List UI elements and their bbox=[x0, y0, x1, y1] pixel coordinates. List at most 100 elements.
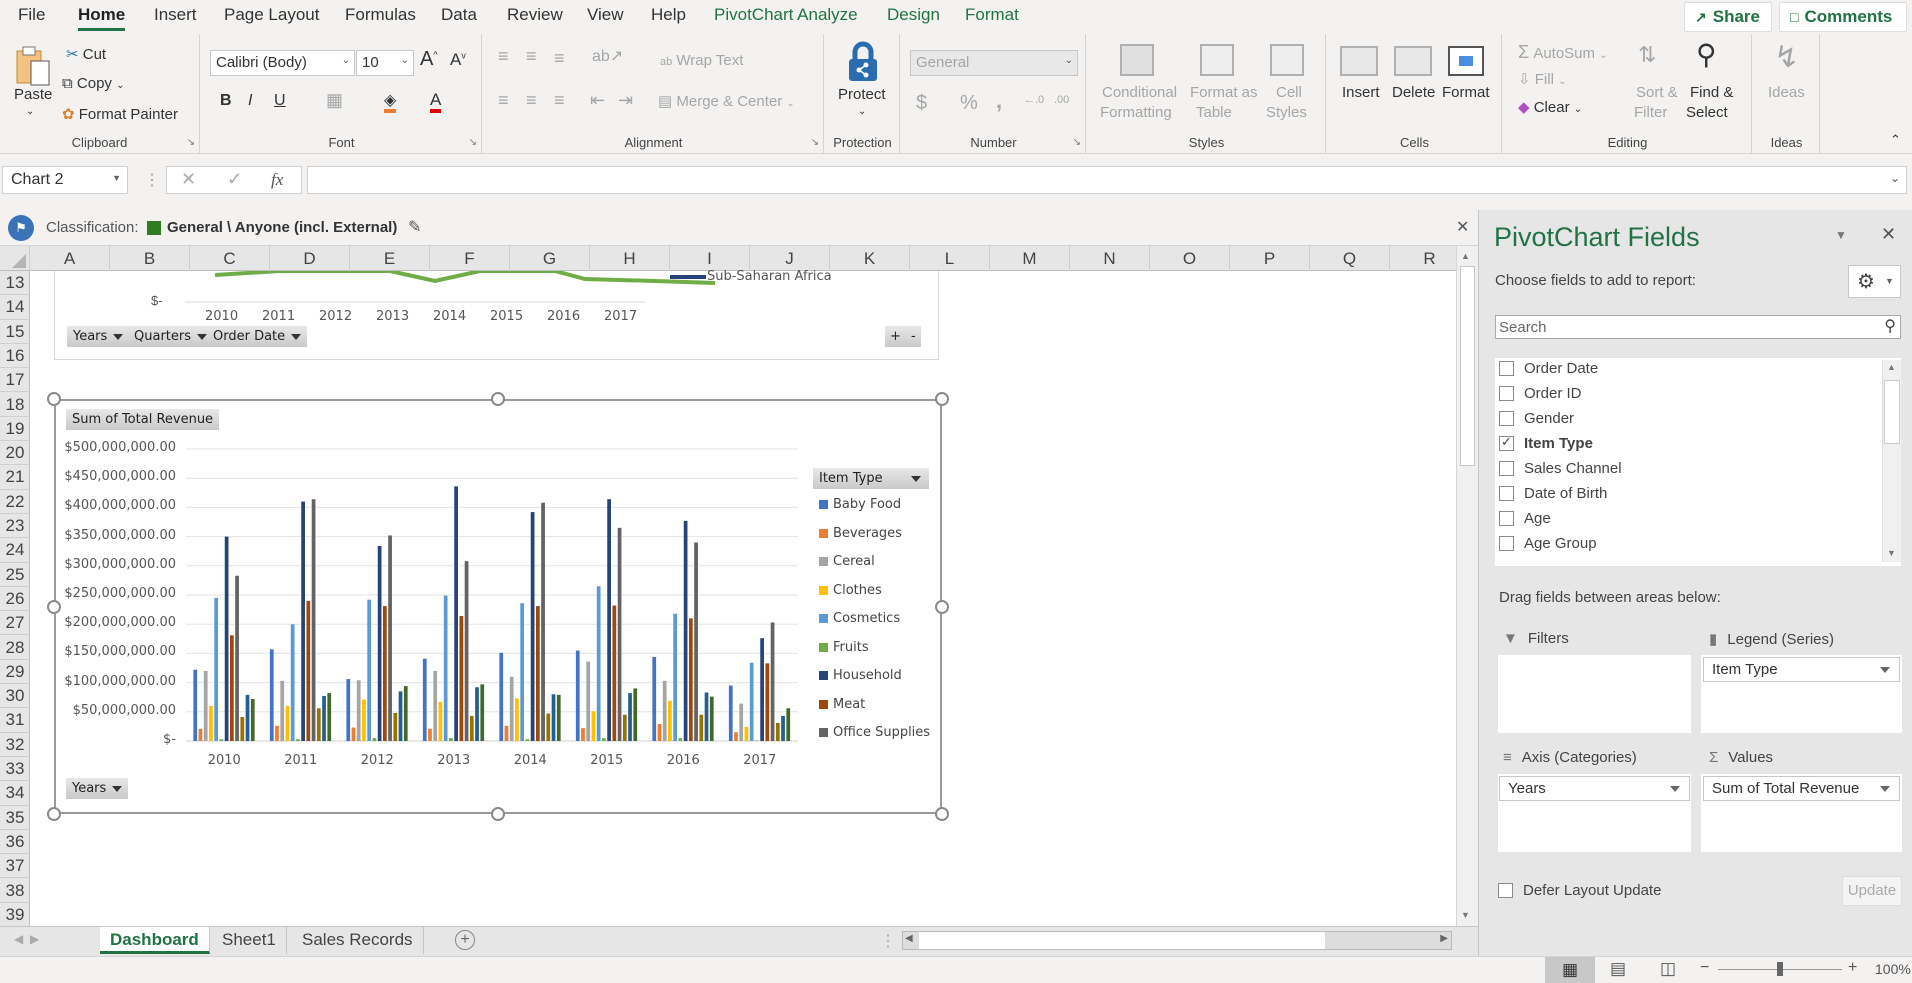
row-header-18[interactable]: 18 bbox=[0, 393, 30, 417]
dialog-launcher-icon[interactable]: ↘ bbox=[187, 137, 195, 148]
font-size-select[interactable]: 10 ⌄ bbox=[356, 50, 414, 76]
scroll-left-icon[interactable]: ◀ bbox=[905, 933, 913, 944]
field-checkbox[interactable] bbox=[1499, 485, 1514, 501]
field-item-order-date[interactable]: Order Date bbox=[1499, 356, 1598, 380]
bar-personal-care-2010[interactable] bbox=[240, 717, 245, 741]
resize-handle-bottom-left[interactable] bbox=[47, 807, 61, 821]
lock-icon[interactable] bbox=[844, 40, 882, 84]
horizontal-scrollbar[interactable]: ◀ ▶ bbox=[902, 931, 1452, 950]
tab-design[interactable]: Design bbox=[887, 5, 940, 25]
protect-button[interactable]: Protect bbox=[838, 86, 886, 103]
bar-fruits-2011[interactable] bbox=[296, 739, 300, 741]
row-header-30[interactable]: 30 bbox=[0, 684, 30, 709]
add-sheet-icon[interactable]: + bbox=[455, 930, 475, 950]
font-color-icon[interactable]: A bbox=[430, 90, 442, 113]
resize-handle-top[interactable] bbox=[491, 392, 505, 406]
resize-handle-left[interactable] bbox=[47, 600, 61, 614]
bar-personal-care-2011[interactable] bbox=[316, 708, 321, 741]
row-header-21[interactable]: 21 bbox=[0, 465, 30, 490]
row-header-16[interactable]: 16 bbox=[0, 344, 30, 369]
bar-personal-care-2012[interactable] bbox=[393, 712, 398, 741]
bar-meat-2010[interactable] bbox=[229, 635, 234, 741]
legend-item-clothes[interactable]: Clothes bbox=[819, 583, 882, 598]
filters-area[interactable] bbox=[1498, 655, 1691, 733]
tab-home[interactable]: Home bbox=[78, 5, 126, 31]
zoom-out-icon[interactable]: − bbox=[1700, 959, 1709, 977]
insert-cells-icon[interactable] bbox=[1340, 46, 1378, 76]
currency-button[interactable]: $ bbox=[916, 92, 927, 115]
paste-button[interactable]: Paste bbox=[14, 86, 52, 103]
bar-cereal-2017[interactable] bbox=[739, 703, 744, 741]
bar-household-2016[interactable] bbox=[683, 520, 688, 741]
row-header-31[interactable]: 31 bbox=[0, 708, 30, 733]
bar-clothes-2014[interactable] bbox=[515, 698, 519, 741]
bar-household-2014[interactable] bbox=[530, 512, 535, 741]
tab-pivotchart-analyze[interactable]: PivotChart Analyze bbox=[714, 5, 858, 25]
conditional-formatting-label-2[interactable]: Formatting bbox=[1100, 104, 1172, 121]
quarters-field-button[interactable]: Quarters bbox=[128, 326, 213, 347]
bar-cereal-2012[interactable] bbox=[356, 680, 361, 741]
column-header-l[interactable]: L bbox=[910, 246, 990, 271]
bar-office-supplies-2015[interactable] bbox=[617, 527, 622, 741]
edit-pencil-icon[interactable]: ✎ bbox=[408, 217, 421, 237]
format-as-table-label-2[interactable]: Table bbox=[1196, 104, 1232, 121]
bar-cosmetics-2012[interactable] bbox=[367, 599, 372, 741]
row-header-28[interactable]: 28 bbox=[0, 636, 30, 660]
bar-household-2017[interactable] bbox=[760, 638, 764, 741]
field-list-scroll-thumb[interactable] bbox=[1884, 380, 1900, 444]
bar-vegetables-2012[interactable] bbox=[403, 686, 408, 741]
paste-dropdown-icon[interactable]: ⌄ bbox=[26, 106, 34, 117]
tools-button[interactable]: ⚙ ▼ bbox=[1848, 265, 1901, 298]
axis-field-pill[interactable]: Years bbox=[1499, 776, 1690, 801]
autosum-button[interactable]: Σ AutoSum ⌄ bbox=[1518, 42, 1608, 63]
row-header-19[interactable]: 19 bbox=[0, 417, 30, 442]
zoom-slider[interactable] bbox=[1718, 962, 1842, 976]
increase-decimal-icon[interactable]: ←.0 bbox=[1024, 94, 1044, 106]
bar-clothes-2013[interactable] bbox=[438, 701, 443, 741]
bar-baby-food-2014[interactable] bbox=[499, 652, 504, 741]
chevron-down-icon[interactable]: ⌄ bbox=[858, 106, 866, 117]
find-select-button[interactable]: Find & bbox=[1690, 84, 1733, 101]
close-pane-icon[interactable]: ✕ bbox=[1881, 224, 1896, 245]
align-center-icon[interactable]: ≡ bbox=[526, 90, 537, 111]
bar-cereal-2014[interactable] bbox=[509, 676, 514, 741]
bar-beverages-2016[interactable] bbox=[657, 724, 662, 741]
bar-fruits-2017[interactable] bbox=[755, 740, 759, 741]
bar-beverages-2015[interactable] bbox=[581, 728, 585, 741]
select-all-button[interactable] bbox=[0, 246, 30, 271]
tab-formulas[interactable]: Formulas bbox=[345, 5, 416, 25]
increase-font-icon[interactable]: A^ bbox=[420, 48, 438, 71]
chart-1[interactable]: $- 2010 2011 2012 2013 2014 2015 2016 2017 Sub-… bbox=[54, 269, 939, 360]
align-top-icon[interactable]: ≡ bbox=[498, 46, 509, 67]
bar-clothes-2012[interactable] bbox=[362, 699, 366, 741]
row-header-26[interactable]: 26 bbox=[0, 587, 30, 612]
bar-personal-care-2017[interactable] bbox=[775, 722, 780, 741]
bar-personal-care-2015[interactable] bbox=[622, 714, 627, 741]
next-sheet-icon[interactable]: ▶ bbox=[30, 932, 39, 946]
decrease-decimal-icon[interactable]: .00 bbox=[1054, 94, 1069, 106]
row-header-22[interactable]: 22 bbox=[0, 490, 30, 514]
sort-filter-button[interactable]: Sort & bbox=[1636, 84, 1678, 101]
row-header-25[interactable]: 25 bbox=[0, 563, 30, 587]
dialog-launcher-icon[interactable]: ↘ bbox=[811, 137, 819, 148]
defer-layout-update-checkbox[interactable]: Defer Layout Update bbox=[1498, 882, 1661, 899]
row-header-20[interactable]: 20 bbox=[0, 441, 30, 466]
bar-clothes-2016[interactable] bbox=[668, 700, 672, 741]
legend-field-pill[interactable]: Item Type bbox=[1703, 657, 1900, 682]
bar-office-supplies-2013[interactable] bbox=[464, 561, 469, 741]
bar-baby-food-2015[interactable] bbox=[575, 650, 580, 741]
legend-item-baby-food[interactable]: Baby Food bbox=[819, 497, 901, 512]
page-break-view-icon[interactable]: ◫ bbox=[1660, 959, 1676, 979]
scroll-down-icon[interactable]: ▼ bbox=[1887, 548, 1896, 558]
row-header-23[interactable]: 23 bbox=[0, 514, 30, 539]
bar-vegetables-2014[interactable] bbox=[556, 694, 561, 741]
bar-office-supplies-2010[interactable] bbox=[235, 575, 239, 741]
bar-cereal-2016[interactable] bbox=[662, 680, 667, 741]
dialog-launcher-icon[interactable]: ↘ bbox=[1073, 137, 1081, 148]
row-header-36[interactable]: 36 bbox=[0, 830, 30, 855]
bar-cereal-2013[interactable] bbox=[433, 670, 438, 741]
cancel-icon[interactable]: ✕ bbox=[181, 169, 196, 190]
format-as-table-icon[interactable] bbox=[1200, 44, 1234, 76]
bar-personal-care-2016[interactable] bbox=[699, 714, 704, 741]
row-header-17[interactable]: 17 bbox=[0, 368, 30, 393]
